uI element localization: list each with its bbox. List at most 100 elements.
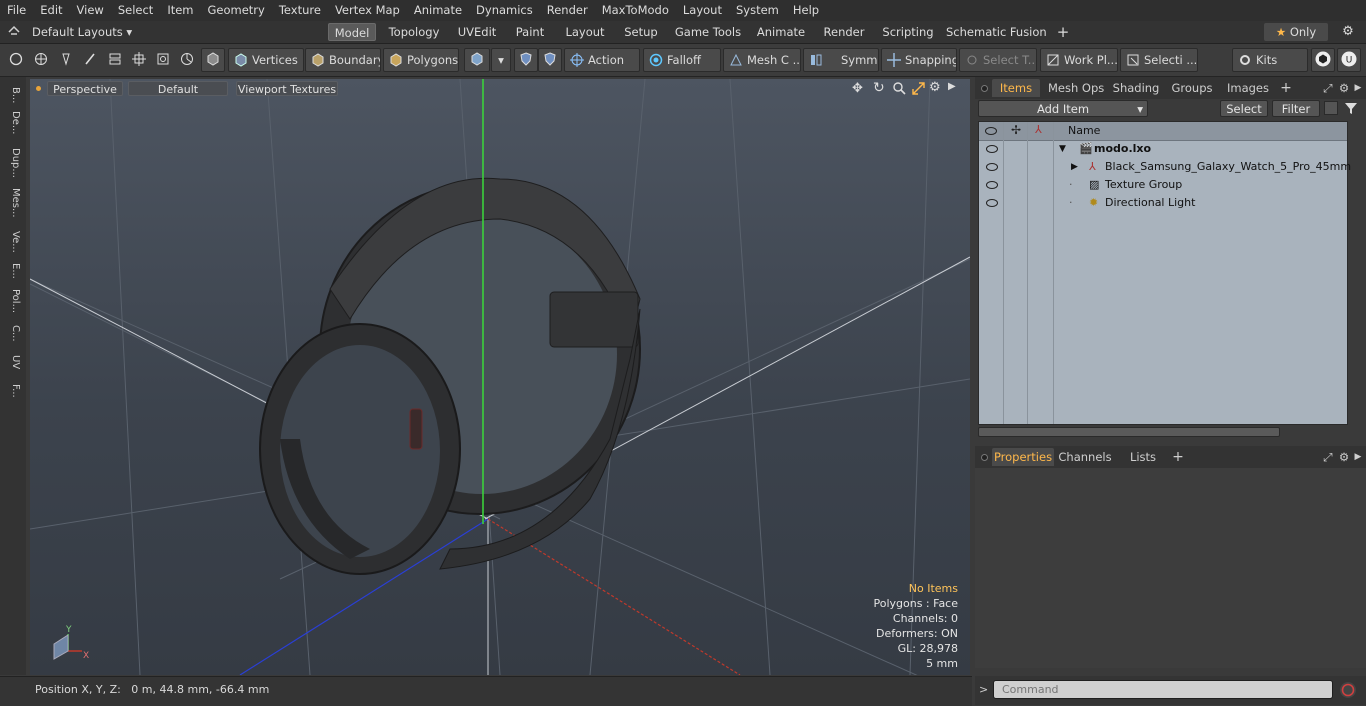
tab-schematic-fusion[interactable]: Schematic Fusion <box>946 23 1047 41</box>
tab-topology[interactable]: Topology <box>384 23 444 41</box>
tab-items[interactable]: Items <box>992 79 1040 97</box>
viewport-options-dot[interactable] <box>36 86 41 91</box>
select-button[interactable]: Select <box>1220 100 1268 117</box>
move-view-icon[interactable]: ✥ <box>852 81 863 96</box>
kits-button[interactable]: Kits <box>1232 48 1308 72</box>
add-item-button[interactable]: Add Item ▾ <box>978 100 1148 117</box>
element-tool[interactable] <box>151 48 175 72</box>
tab-game-tools[interactable]: Game Tools <box>672 23 744 41</box>
menu-system[interactable]: System <box>729 0 786 21</box>
maximize-view-icon[interactable] <box>912 82 925 95</box>
tab-layout[interactable]: Layout <box>560 23 610 41</box>
tab-mesh-ops[interactable]: Mesh Ops <box>1048 79 1104 97</box>
tab-animate[interactable]: Animate <box>752 23 810 41</box>
menu-animate[interactable]: Animate <box>407 0 469 21</box>
funnel-icon[interactable] <box>1344 101 1358 115</box>
only-toggle[interactable]: ★ Only <box>1264 23 1328 41</box>
menu-dynamics[interactable]: Dynamics <box>469 0 540 21</box>
record-icon[interactable] <box>1339 681 1357 699</box>
menu-view[interactable]: View <box>70 0 111 21</box>
polygons-mode-button[interactable]: Polygons <box>383 48 459 72</box>
items-mode-button[interactable] <box>201 48 225 72</box>
panel-gear-icon[interactable]: ⚙ <box>1337 79 1351 97</box>
left-tab-duplicate[interactable]: Dup... <box>3 145 21 181</box>
align-tool[interactable] <box>103 48 127 72</box>
tab-setup[interactable]: Setup <box>618 23 664 41</box>
add-tab-icon[interactable]: + <box>1054 23 1072 41</box>
rotate-view-icon[interactable]: ↻ <box>873 80 885 96</box>
perspective-button[interactable]: Perspective <box>47 81 123 96</box>
expand-arrow-icon[interactable]: ▶ <box>1071 158 1078 176</box>
brush-tool[interactable] <box>78 48 102 72</box>
eye-icon[interactable] <box>986 163 998 171</box>
vertices-mode-button[interactable]: Vertices <box>228 48 304 72</box>
left-tab-curve[interactable]: C... <box>3 321 21 345</box>
material-mode-button[interactable] <box>464 48 490 72</box>
expand-arrow-icon[interactable]: ▼ <box>1059 140 1066 158</box>
mode-dropdown[interactable]: ▾ <box>491 48 511 72</box>
panel-arrow-icon[interactable]: ▶ <box>1353 448 1363 466</box>
left-tab-fusion[interactable]: F... <box>3 377 21 405</box>
left-tab-uv[interactable]: UV <box>3 351 21 373</box>
select-through-button[interactable]: Select T... <box>959 48 1037 72</box>
name-column-header[interactable]: Name <box>1068 124 1100 137</box>
expand-icon[interactable]: ⤢ <box>1321 79 1335 97</box>
left-tab-polygon[interactable]: Pol... <box>3 285 21 317</box>
menu-vertex-map[interactable]: Vertex Map <box>328 0 407 21</box>
menu-texture[interactable]: Texture <box>272 0 328 21</box>
tab-properties[interactable]: Properties <box>992 448 1054 466</box>
3d-viewport[interactable]: Y X Perspective Default Viewport Texture… <box>30 79 970 675</box>
unity-button[interactable] <box>1311 48 1335 72</box>
expand-icon[interactable]: ⤢ <box>1321 448 1335 466</box>
panel-arrow-icon[interactable]: ▶ <box>1353 79 1363 97</box>
zoom-view-icon[interactable] <box>892 81 906 95</box>
list-item[interactable]: ▼ 🎬 modo.lxo <box>979 140 1347 158</box>
tab-images[interactable]: Images <box>1223 79 1273 97</box>
command-input[interactable] <box>993 680 1333 699</box>
menu-geometry[interactable]: Geometry <box>201 0 272 21</box>
viewport-textures-button[interactable]: Viewport Textures <box>236 81 338 96</box>
left-tab-mesh[interactable]: Mes... <box>3 185 21 221</box>
falloff-button[interactable]: Falloff <box>643 48 721 72</box>
menu-item[interactable]: Item <box>160 0 200 21</box>
shading-default-button[interactable]: Default <box>128 81 228 96</box>
tab-groups[interactable]: Groups <box>1167 79 1217 97</box>
default-layouts-dropdown[interactable]: Default Layouts ▾ <box>32 23 132 41</box>
tab-uvedit[interactable]: UVEdit <box>452 23 502 41</box>
panel-gear-icon[interactable]: ⚙ <box>1337 448 1351 466</box>
tab-paint[interactable]: Paint <box>509 23 551 41</box>
pie-tool[interactable] <box>175 48 199 72</box>
list-item[interactable]: · ▨ Texture Group <box>979 176 1347 194</box>
tab-model[interactable]: Model <box>328 23 376 41</box>
add-tab-icon[interactable]: + <box>1279 79 1293 97</box>
viewport-expand-arrow-icon[interactable]: ▶ <box>948 81 956 92</box>
snap-toggle-a[interactable] <box>514 48 538 72</box>
list-item[interactable]: · ✹ Directional Light <box>979 194 1347 212</box>
select-circle-tool[interactable] <box>4 48 28 72</box>
eye-icon[interactable] <box>986 181 998 189</box>
action-center-button[interactable]: Action <box>564 48 640 72</box>
left-tab-deform[interactable]: De... <box>3 111 21 135</box>
tab-channels[interactable]: Channels <box>1057 448 1113 466</box>
panel-dot[interactable] <box>981 85 988 92</box>
snapping-button[interactable]: Snapping <box>881 48 957 72</box>
tab-scripting[interactable]: Scripting <box>878 23 938 41</box>
collapse-icon[interactable] <box>1324 101 1338 115</box>
filter-button[interactable]: Filter <box>1272 100 1320 117</box>
menu-edit[interactable]: Edit <box>33 0 69 21</box>
left-tab-basic[interactable]: B... <box>3 83 21 107</box>
globe-tool[interactable] <box>29 48 53 72</box>
menu-file[interactable]: File <box>0 0 33 21</box>
layout-home-icon[interactable] <box>8 25 20 39</box>
add-tab-icon[interactable]: + <box>1171 448 1185 466</box>
center-tool[interactable] <box>127 48 151 72</box>
left-tab-edge[interactable]: E... <box>3 259 21 283</box>
selection-sets-button[interactable]: Selecti ... <box>1120 48 1198 72</box>
menu-select[interactable]: Select <box>111 0 160 21</box>
eye-icon[interactable] <box>986 199 998 207</box>
tab-shading[interactable]: Shading <box>1111 79 1161 97</box>
pen-tool[interactable] <box>54 48 78 72</box>
menu-render[interactable]: Render <box>540 0 595 21</box>
item-list-scrollbar[interactable] <box>978 427 1280 437</box>
panel-dot[interactable] <box>981 454 988 461</box>
